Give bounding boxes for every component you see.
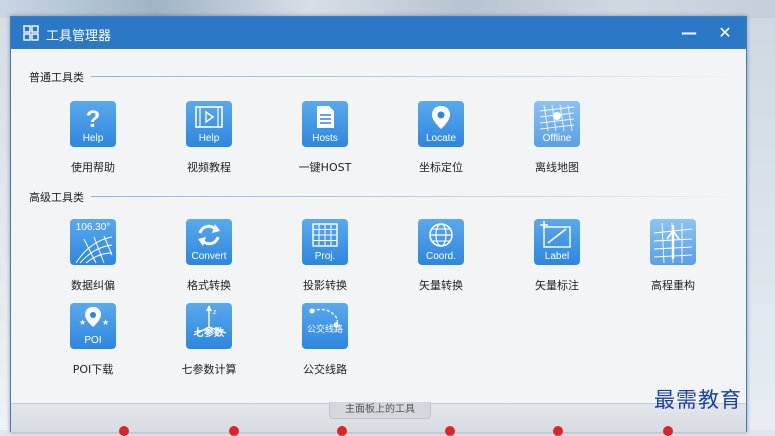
tool-label: 视频教程	[187, 161, 231, 174]
background-left-edge	[0, 18, 10, 430]
tool-label: 矢量转换	[419, 279, 463, 292]
pin-marker-icon[interactable]	[337, 426, 347, 436]
data-correction-icon: 106.30°	[70, 219, 116, 265]
tool-label: 数据纠偏	[71, 279, 115, 292]
globe-icon: Coord.	[418, 219, 464, 265]
svg-text:?: ?	[86, 106, 101, 133]
section-divider	[91, 76, 729, 77]
tool-label: 坐标定位	[419, 161, 463, 174]
tool-help[interactable]: ? Help 使用帮助	[53, 101, 133, 181]
title-bar[interactable]: 工具管理器 — ✕	[11, 17, 746, 49]
svg-text:★: ★	[102, 318, 109, 327]
tool-manager-icon	[23, 25, 39, 41]
minimize-button[interactable]: —	[679, 23, 699, 43]
tool-label: 离线地图	[535, 161, 579, 174]
tool-caption: Help	[82, 133, 104, 144]
tool-data-correction[interactable]: 106.30° 数据纠偏	[53, 219, 133, 299]
tool-label: 公交线路	[303, 363, 347, 376]
tool-caption: Proj.	[314, 251, 336, 262]
tool-coordinate-locate[interactable]: Locate 坐标定位	[401, 101, 481, 181]
svg-text:★: ★	[79, 318, 86, 327]
watermark-text: 最需教育	[654, 388, 742, 412]
video-icon: Help	[186, 101, 232, 147]
tool-format-convert[interactable]: Convert 格式转换	[169, 219, 249, 299]
section-divider	[91, 196, 729, 197]
hosts-document-icon: Hosts	[302, 101, 348, 147]
offline-map-icon: Offline	[534, 101, 580, 147]
background-right-edge	[745, 18, 775, 430]
elevation-icon	[650, 219, 696, 265]
tool-caption: Convert	[191, 251, 227, 262]
tool-caption: Offline	[542, 133, 572, 144]
tool-caption: POI	[84, 335, 102, 346]
pin-marker-icon[interactable]	[445, 426, 455, 436]
tool-caption: Hosts	[312, 133, 338, 144]
poi-icon: ★ ★ POI	[70, 303, 116, 349]
tool-vector-convert[interactable]: Coord. 矢量转换	[401, 219, 481, 299]
seven-parameter-icon: z 七参数	[186, 303, 232, 349]
tool-caption: 公交线路	[306, 324, 343, 334]
label-icon: Label	[534, 219, 580, 265]
section-title-advanced: 高级工具类	[29, 189, 90, 205]
tool-label: 七参数计算	[181, 363, 237, 376]
tool-label: 格式转换	[187, 279, 231, 292]
pin-marker-icon[interactable]	[119, 426, 129, 436]
tool-poi-download[interactable]: ★ ★ POI POI下载	[53, 303, 133, 383]
tool-label: 矢量标注	[535, 279, 579, 292]
tool-caption: Label	[544, 251, 570, 262]
tool-video-tutorial[interactable]: Help 视频教程	[169, 101, 249, 181]
main-panel-tools-tab[interactable]: 主面板上的工具	[329, 402, 431, 419]
pin-marker-icon[interactable]	[663, 426, 673, 436]
pin-marker-icon[interactable]	[229, 426, 239, 436]
tool-label: 使用帮助	[71, 161, 115, 174]
main-panel-tools-bar: 主面板上的工具	[11, 402, 746, 436]
section-header-common: 普通工具类	[29, 69, 729, 85]
window-title: 工具管理器	[46, 29, 112, 44]
tool-label: 投影转换	[303, 279, 347, 292]
section-title-common: 普通工具类	[29, 69, 90, 85]
pin-marker-icon[interactable]	[553, 426, 563, 436]
bus-route-icon: 公交线路	[302, 303, 348, 349]
tool-bus-route[interactable]: 公交线路 公交线路	[285, 303, 365, 383]
tool-caption: Help	[198, 133, 220, 144]
tool-projection-convert[interactable]: Proj. 投影转换	[285, 219, 365, 299]
tool-offline-map[interactable]: Offline 离线地图	[517, 101, 597, 181]
location-pin-icon: Locate	[418, 101, 464, 147]
convert-icon: Convert	[186, 219, 232, 265]
tool-manager-window: 工具管理器 — ✕ 普通工具类 ? Help 使用帮助 Help 视频教程 Ho…	[10, 16, 747, 436]
tool-label: POI下载	[72, 363, 114, 376]
help-icon: ? Help	[70, 101, 116, 147]
svg-text:z: z	[213, 309, 217, 316]
tool-caption: 七参数	[194, 328, 224, 339]
tool-one-key-host[interactable]: Hosts 一键HOST	[285, 101, 365, 181]
tool-label: 一键HOST	[298, 161, 352, 174]
tool-vector-label[interactable]: Label 矢量标注	[517, 219, 597, 299]
tool-label: 高程重构	[651, 279, 695, 292]
projection-grid-icon: Proj.	[302, 219, 348, 265]
close-button[interactable]: ✕	[715, 23, 735, 43]
tool-caption: Locate	[425, 133, 457, 144]
section-header-advanced: 高级工具类	[29, 189, 729, 205]
tool-seven-parameter[interactable]: z 七参数 七参数计算	[169, 303, 249, 383]
tool-caption: Coord.	[425, 251, 456, 262]
tool-elevation-rebuild[interactable]: 高程重构	[633, 219, 713, 299]
